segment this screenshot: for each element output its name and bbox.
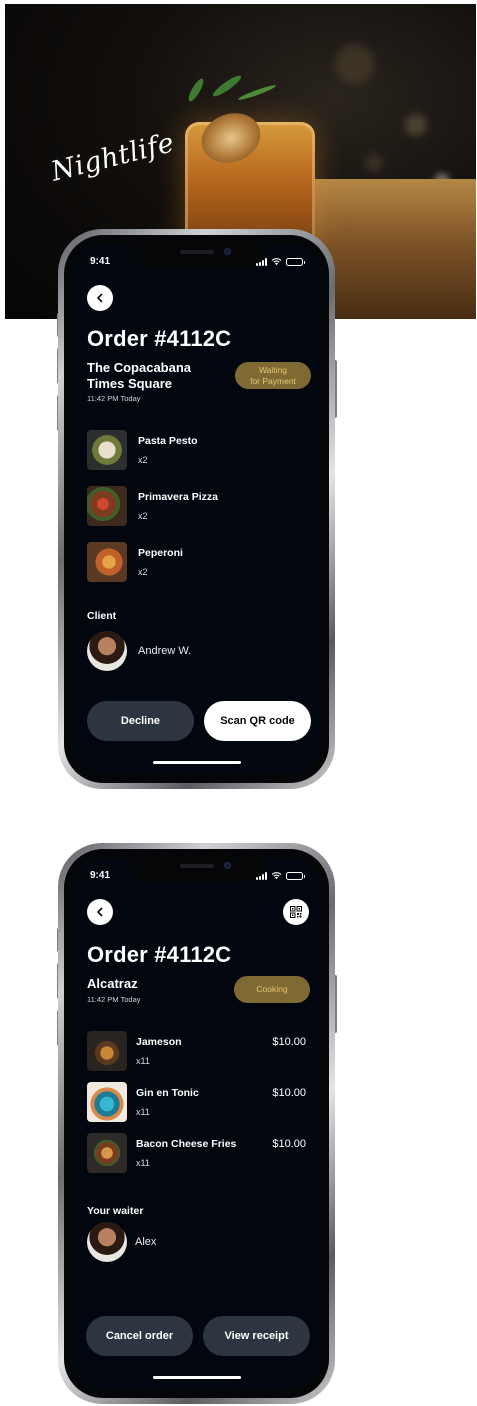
home-indicator[interactable]: [152, 1376, 241, 1379]
status-bar: 9:41: [73, 256, 320, 270]
order-payment-screen: 9:41 Order #4112C The Copacabana Times S…: [73, 244, 320, 774]
order-item[interactable]: Peperoni x2: [87, 542, 306, 582]
item-price: $10.00: [272, 1138, 306, 1150]
venue-name: The Copacabana Times Square: [87, 360, 191, 392]
item-quantity: x11: [136, 1056, 150, 1066]
phone-frame-order-cooking: 9:41 Order #4112C Alcatraz 11:42 PM Toda…: [58, 843, 335, 1404]
item-thumbnail: [87, 486, 127, 526]
view-receipt-button[interactable]: View receipt: [203, 1316, 310, 1356]
item-name: Peperoni: [138, 547, 183, 559]
chevron-left-icon: [97, 907, 103, 917]
section-label: Your waiter: [87, 1205, 144, 1217]
item-thumbnail: [87, 1082, 127, 1122]
phone-frame-order-payment: 9:41 Order #4112C The Copacabana Times S…: [58, 229, 335, 789]
qr-code-button[interactable]: [283, 899, 309, 925]
item-thumbnail: [87, 542, 127, 582]
status-badge-line1: Waiting: [258, 364, 287, 375]
item-name: Bacon Cheese Fries: [136, 1138, 237, 1150]
item-name: Gin en Tonic: [136, 1087, 199, 1099]
wifi-icon: [271, 258, 282, 266]
item-name: Primavera Pizza: [138, 491, 218, 503]
person-name: Alex: [135, 1236, 157, 1248]
avatar[interactable]: [87, 631, 127, 671]
wifi-icon: [271, 872, 282, 880]
avatar[interactable]: [87, 1222, 127, 1262]
status-badge: Waiting for Payment: [235, 362, 311, 389]
item-name: Jameson: [136, 1036, 182, 1048]
chevron-left-icon: [97, 293, 103, 303]
page-title: Order #4112C: [87, 942, 232, 967]
order-time: 11:42 PM Today: [87, 394, 141, 403]
home-indicator[interactable]: [152, 761, 241, 764]
venue-name-line2: Times Square: [87, 376, 173, 391]
item-thumbnail: [87, 430, 127, 470]
signal-icon: [256, 257, 267, 266]
status-time: 9:41: [90, 256, 111, 267]
order-item[interactable]: Primavera Pizza x2: [87, 486, 306, 526]
order-cooking-screen: 9:41 Order #4112C Alcatraz 11:42 PM Toda…: [73, 858, 320, 1389]
status-badge-line2: for Payment: [250, 375, 296, 386]
order-item[interactable]: Bacon Cheese Fries x11 $10.00: [87, 1133, 306, 1173]
signal-icon: [256, 871, 267, 880]
item-thumbnail: [87, 1133, 127, 1173]
section-label: Client: [87, 610, 117, 622]
back-button[interactable]: [87, 285, 113, 311]
battery-icon: [286, 257, 305, 266]
scan-qr-button[interactable]: Scan QR code: [204, 701, 311, 741]
venue-name-line1: The Copacabana: [87, 360, 192, 375]
back-button[interactable]: [87, 899, 113, 925]
decline-button[interactable]: Decline: [87, 701, 194, 741]
item-quantity: x2: [138, 455, 148, 465]
status-bar: 9:41: [73, 870, 320, 884]
item-quantity: x11: [136, 1158, 150, 1168]
venue-name: Alcatraz: [87, 976, 138, 991]
item-name: Pasta Pesto: [138, 435, 198, 447]
item-price: $10.00: [272, 1087, 306, 1099]
item-quantity: x2: [138, 511, 148, 521]
item-quantity: x2: [138, 567, 148, 577]
order-item[interactable]: Gin en Tonic x11 $10.00: [87, 1082, 306, 1122]
battery-icon: [286, 871, 305, 880]
order-time: 11:42 PM Today: [87, 995, 141, 1004]
page-title: Order #4112C: [87, 326, 232, 351]
status-time: 9:41: [90, 870, 111, 881]
order-item[interactable]: Pasta Pesto x2: [87, 430, 306, 470]
item-price: $10.00: [272, 1036, 306, 1048]
person-name: Andrew W.: [138, 645, 192, 657]
qr-code-icon: [290, 906, 302, 918]
item-thumbnail: [87, 1031, 127, 1071]
order-item[interactable]: Jameson x11 $10.00: [87, 1031, 306, 1071]
nightlife-script: Nightlife: [48, 127, 178, 188]
status-badge: Cooking: [234, 976, 310, 1003]
cancel-order-button[interactable]: Cancel order: [86, 1316, 193, 1356]
item-quantity: x11: [136, 1107, 150, 1117]
